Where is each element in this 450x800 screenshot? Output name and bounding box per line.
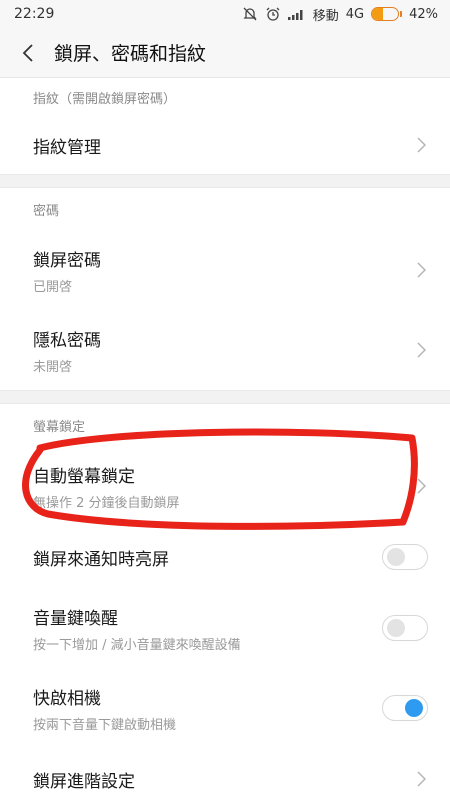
back-button[interactable] bbox=[16, 33, 40, 73]
mute-icon bbox=[242, 6, 258, 22]
row-title: 隱私密碼 bbox=[33, 330, 101, 351]
page-title: 鎖屏、密碼和指紋 bbox=[54, 43, 207, 65]
section-header-fingerprint: 指紋（需開啟鎖屏密碼） bbox=[33, 91, 177, 107]
row-title: 指紋管理 bbox=[33, 137, 101, 158]
fingerprint-management-row[interactable]: 指紋管理 bbox=[0, 116, 450, 174]
screen-lock-section: 螢幕鎖定 自動螢幕鎖定 無操作 2 分鐘後自動鎖屏 鎖屏來通知時亮屏 音量鍵喚醒… bbox=[0, 404, 450, 800]
row-title: 音量鍵喚醒 bbox=[33, 608, 118, 629]
title-bar: 鎖屏、密碼和指紋 bbox=[0, 28, 450, 78]
row-title: 鎖屏進階設定 bbox=[33, 771, 135, 792]
status-time: 22:29 bbox=[14, 6, 55, 22]
signal-icon bbox=[287, 8, 306, 20]
lock-screen-password-row[interactable]: 鎖屏密碼 已開啓 bbox=[0, 230, 450, 310]
row-title: 鎖屏密碼 bbox=[33, 250, 101, 271]
password-section: 密碼 鎖屏密碼 已開啓 隱私密碼 未開啓 bbox=[0, 188, 450, 390]
auto-screen-lock-row[interactable]: 自動螢幕鎖定 無操作 2 分鐘後自動鎖屏 bbox=[0, 446, 450, 526]
quick-camera-row[interactable]: 快啟相機 按兩下音量下鍵啟動相機 bbox=[0, 668, 450, 748]
status-icons: 移動 4G 42% bbox=[242, 5, 438, 24]
row-title: 自動螢幕鎖定 bbox=[33, 466, 135, 487]
network-type: 4G bbox=[345, 6, 365, 22]
row-title: 鎖屏來通知時亮屏 bbox=[33, 549, 169, 570]
row-subtitle: 未開啓 bbox=[33, 359, 73, 375]
volume-key-wake-row[interactable]: 音量鍵喚醒 按一下增加 / 減小音量鍵來喚醒設備 bbox=[0, 588, 450, 668]
row-subtitle: 無操作 2 分鐘後自動鎖屏 bbox=[33, 495, 180, 511]
row-subtitle: 按兩下音量下鍵啟動相機 bbox=[33, 717, 177, 733]
chevron-right-icon bbox=[414, 340, 428, 360]
section-header-password: 密碼 bbox=[33, 203, 60, 219]
battery-percent: 42% bbox=[409, 6, 438, 22]
chevron-right-icon bbox=[414, 476, 428, 496]
row-subtitle: 已開啓 bbox=[33, 279, 73, 295]
row-subtitle: 按一下增加 / 減小音量鍵來喚醒設備 bbox=[33, 637, 241, 653]
battery-icon bbox=[371, 7, 403, 21]
lock-screen-advanced-row[interactable]: 鎖屏進階設定 bbox=[0, 748, 450, 800]
carrier-label: 移動 bbox=[312, 8, 339, 24]
chevron-right-icon bbox=[414, 135, 428, 155]
privacy-password-row[interactable]: 隱私密碼 未開啓 bbox=[0, 310, 450, 390]
quick-camera-toggle[interactable] bbox=[382, 695, 428, 721]
notification-wake-row[interactable]: 鎖屏來通知時亮屏 bbox=[0, 526, 450, 588]
chevron-right-icon bbox=[414, 260, 428, 280]
volume-key-wake-toggle[interactable] bbox=[382, 615, 428, 641]
section-header-screen-lock: 螢幕鎖定 bbox=[33, 419, 86, 435]
chevron-right-icon bbox=[414, 769, 428, 789]
section-divider bbox=[0, 390, 450, 404]
fingerprint-section: 指紋（需開啟鎖屏密碼） 指紋管理 bbox=[0, 78, 450, 174]
status-bar: 22:29 移動 4G 42% bbox=[0, 0, 450, 28]
row-title: 快啟相機 bbox=[33, 688, 101, 709]
notification-wake-toggle[interactable] bbox=[382, 544, 428, 570]
alarm-icon bbox=[265, 6, 281, 22]
back-arrow-icon bbox=[22, 43, 33, 62]
section-divider bbox=[0, 174, 450, 188]
